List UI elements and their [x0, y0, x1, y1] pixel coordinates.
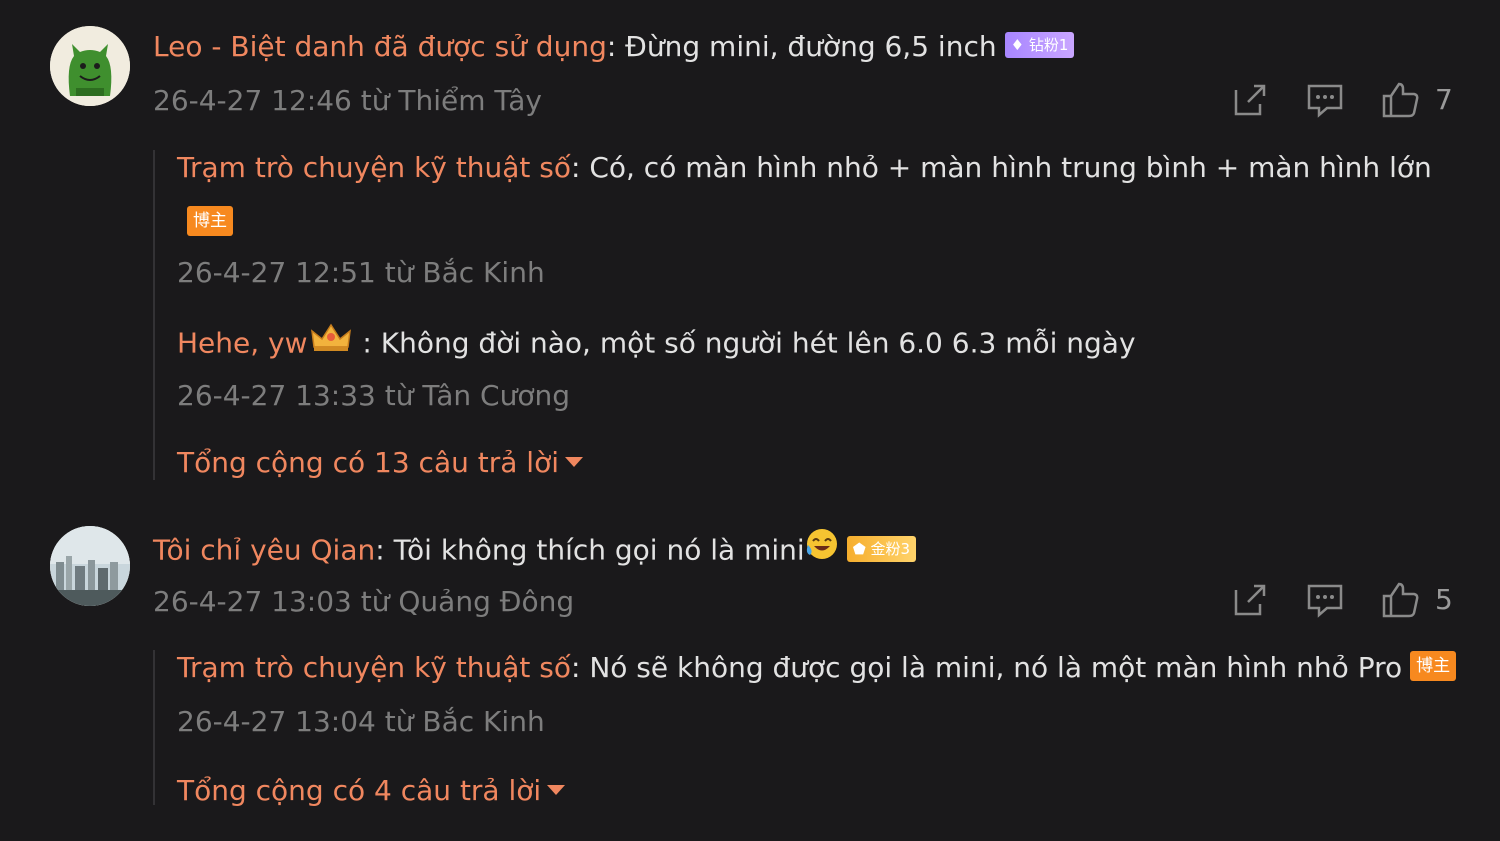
blogger-badge: 博主 — [187, 206, 233, 236]
comment-author[interactable]: Tôi chỉ yêu Qian — [153, 534, 375, 567]
crown-icon — [308, 321, 354, 362]
reply-meta: 26-4-27 13:33 từ Tân Cương — [177, 379, 570, 412]
fan-badge: ♦ 钻粉1 — [1004, 32, 1075, 58]
comment-icon[interactable] — [1305, 580, 1345, 620]
laughing-tears-emoji-icon — [805, 527, 839, 570]
comment-icon[interactable] — [1305, 80, 1345, 120]
thumbs-up-icon[interactable] — [1380, 580, 1420, 620]
comment-text: Đừng mini, đường 6,5 inch — [616, 30, 997, 63]
monster-avatar-icon — [50, 26, 130, 106]
reply-content: Trạm trò chuyện kỹ thuật số: Nó sẽ không… — [177, 650, 1457, 686]
fan-badge-label: 金粉3 — [870, 539, 911, 558]
caret-down-icon — [565, 457, 583, 467]
cityscape-avatar-icon — [50, 526, 130, 606]
author-separator: : — [570, 151, 581, 184]
avatar[interactable] — [50, 26, 130, 106]
reply-content: Hehe, yw : Không đời nào, một số người h… — [177, 321, 1136, 365]
gem-icon: ⬟ — [852, 539, 871, 558]
reply-text: Có, có màn hình nhỏ + màn hình trung bìn… — [580, 151, 1432, 184]
like-count: 5 — [1435, 583, 1453, 616]
reply-author[interactable]: Hehe, yw — [177, 327, 308, 360]
author-separator: : — [606, 30, 617, 63]
reply-text: Nó sẽ không được gọi là mini, nó là một … — [580, 651, 1403, 684]
author-separator: : — [570, 651, 581, 684]
fan-badge: ⬟ 金粉3 — [846, 535, 917, 562]
share-icon[interactable] — [1230, 580, 1270, 620]
fan-badge-label: 钻粉1 — [1028, 36, 1069, 54]
reply-content: Trạm trò chuyện kỹ thuật số: Có, có màn … — [177, 150, 1432, 186]
reply-meta: 26-4-27 13:04 từ Bắc Kinh — [177, 705, 545, 738]
comment-actions: 7 — [1230, 80, 1460, 120]
author-separator: : — [353, 326, 372, 360]
view-more-replies[interactable]: Tổng cộng có 13 câu trả lời — [177, 445, 583, 481]
comment-content: Leo - Biệt danh đã được sử dụng: Đừng mi… — [153, 29, 1075, 65]
reply-author[interactable]: Trạm trò chuyện kỹ thuật số — [177, 151, 571, 184]
comment-content: Tôi chỉ yêu Qian: Tôi không thích gọi nó… — [153, 527, 917, 573]
comment-text: Tôi không thích gọi nó là mini — [384, 533, 805, 567]
share-icon[interactable] — [1230, 80, 1270, 120]
reply-list: Trạm trò chuyện kỹ thuật số: Nó sẽ không… — [153, 650, 1475, 807]
avatar[interactable] — [50, 526, 130, 606]
reply-meta: 26-4-27 12:51 từ Bắc Kinh — [177, 256, 545, 289]
view-more-label: Tổng cộng có 4 câu trả lời — [177, 774, 542, 807]
blogger-badge-row: 博主 — [187, 206, 233, 236]
view-more-label: Tổng cộng có 13 câu trả lời — [177, 446, 559, 479]
author-separator: : — [375, 533, 385, 567]
comment-author[interactable]: Leo - Biệt danh đã được sử dụng — [153, 30, 607, 63]
reply-text: Không đời nào, một số người hét lên 6.0 … — [371, 326, 1136, 360]
comment-meta: 26-4-27 12:46 từ Thiểm Tây — [153, 84, 542, 117]
comment-actions: 5 — [1230, 580, 1460, 620]
reply-author[interactable]: Trạm trò chuyện kỹ thuật số — [177, 651, 571, 684]
like-count: 7 — [1435, 83, 1453, 116]
reply-list: Trạm trò chuyện kỹ thuật số: Có, có màn … — [153, 150, 1455, 480]
blogger-badge: 博主 — [1410, 651, 1457, 681]
diamond-icon: ♦ — [1010, 36, 1029, 54]
caret-down-icon — [547, 785, 566, 795]
comment-meta: 26-4-27 13:03 từ Quảng Đông — [153, 585, 575, 618]
view-more-replies[interactable]: Tổng cộng có 4 câu trả lời — [177, 773, 566, 809]
thumbs-up-icon[interactable] — [1380, 80, 1420, 120]
